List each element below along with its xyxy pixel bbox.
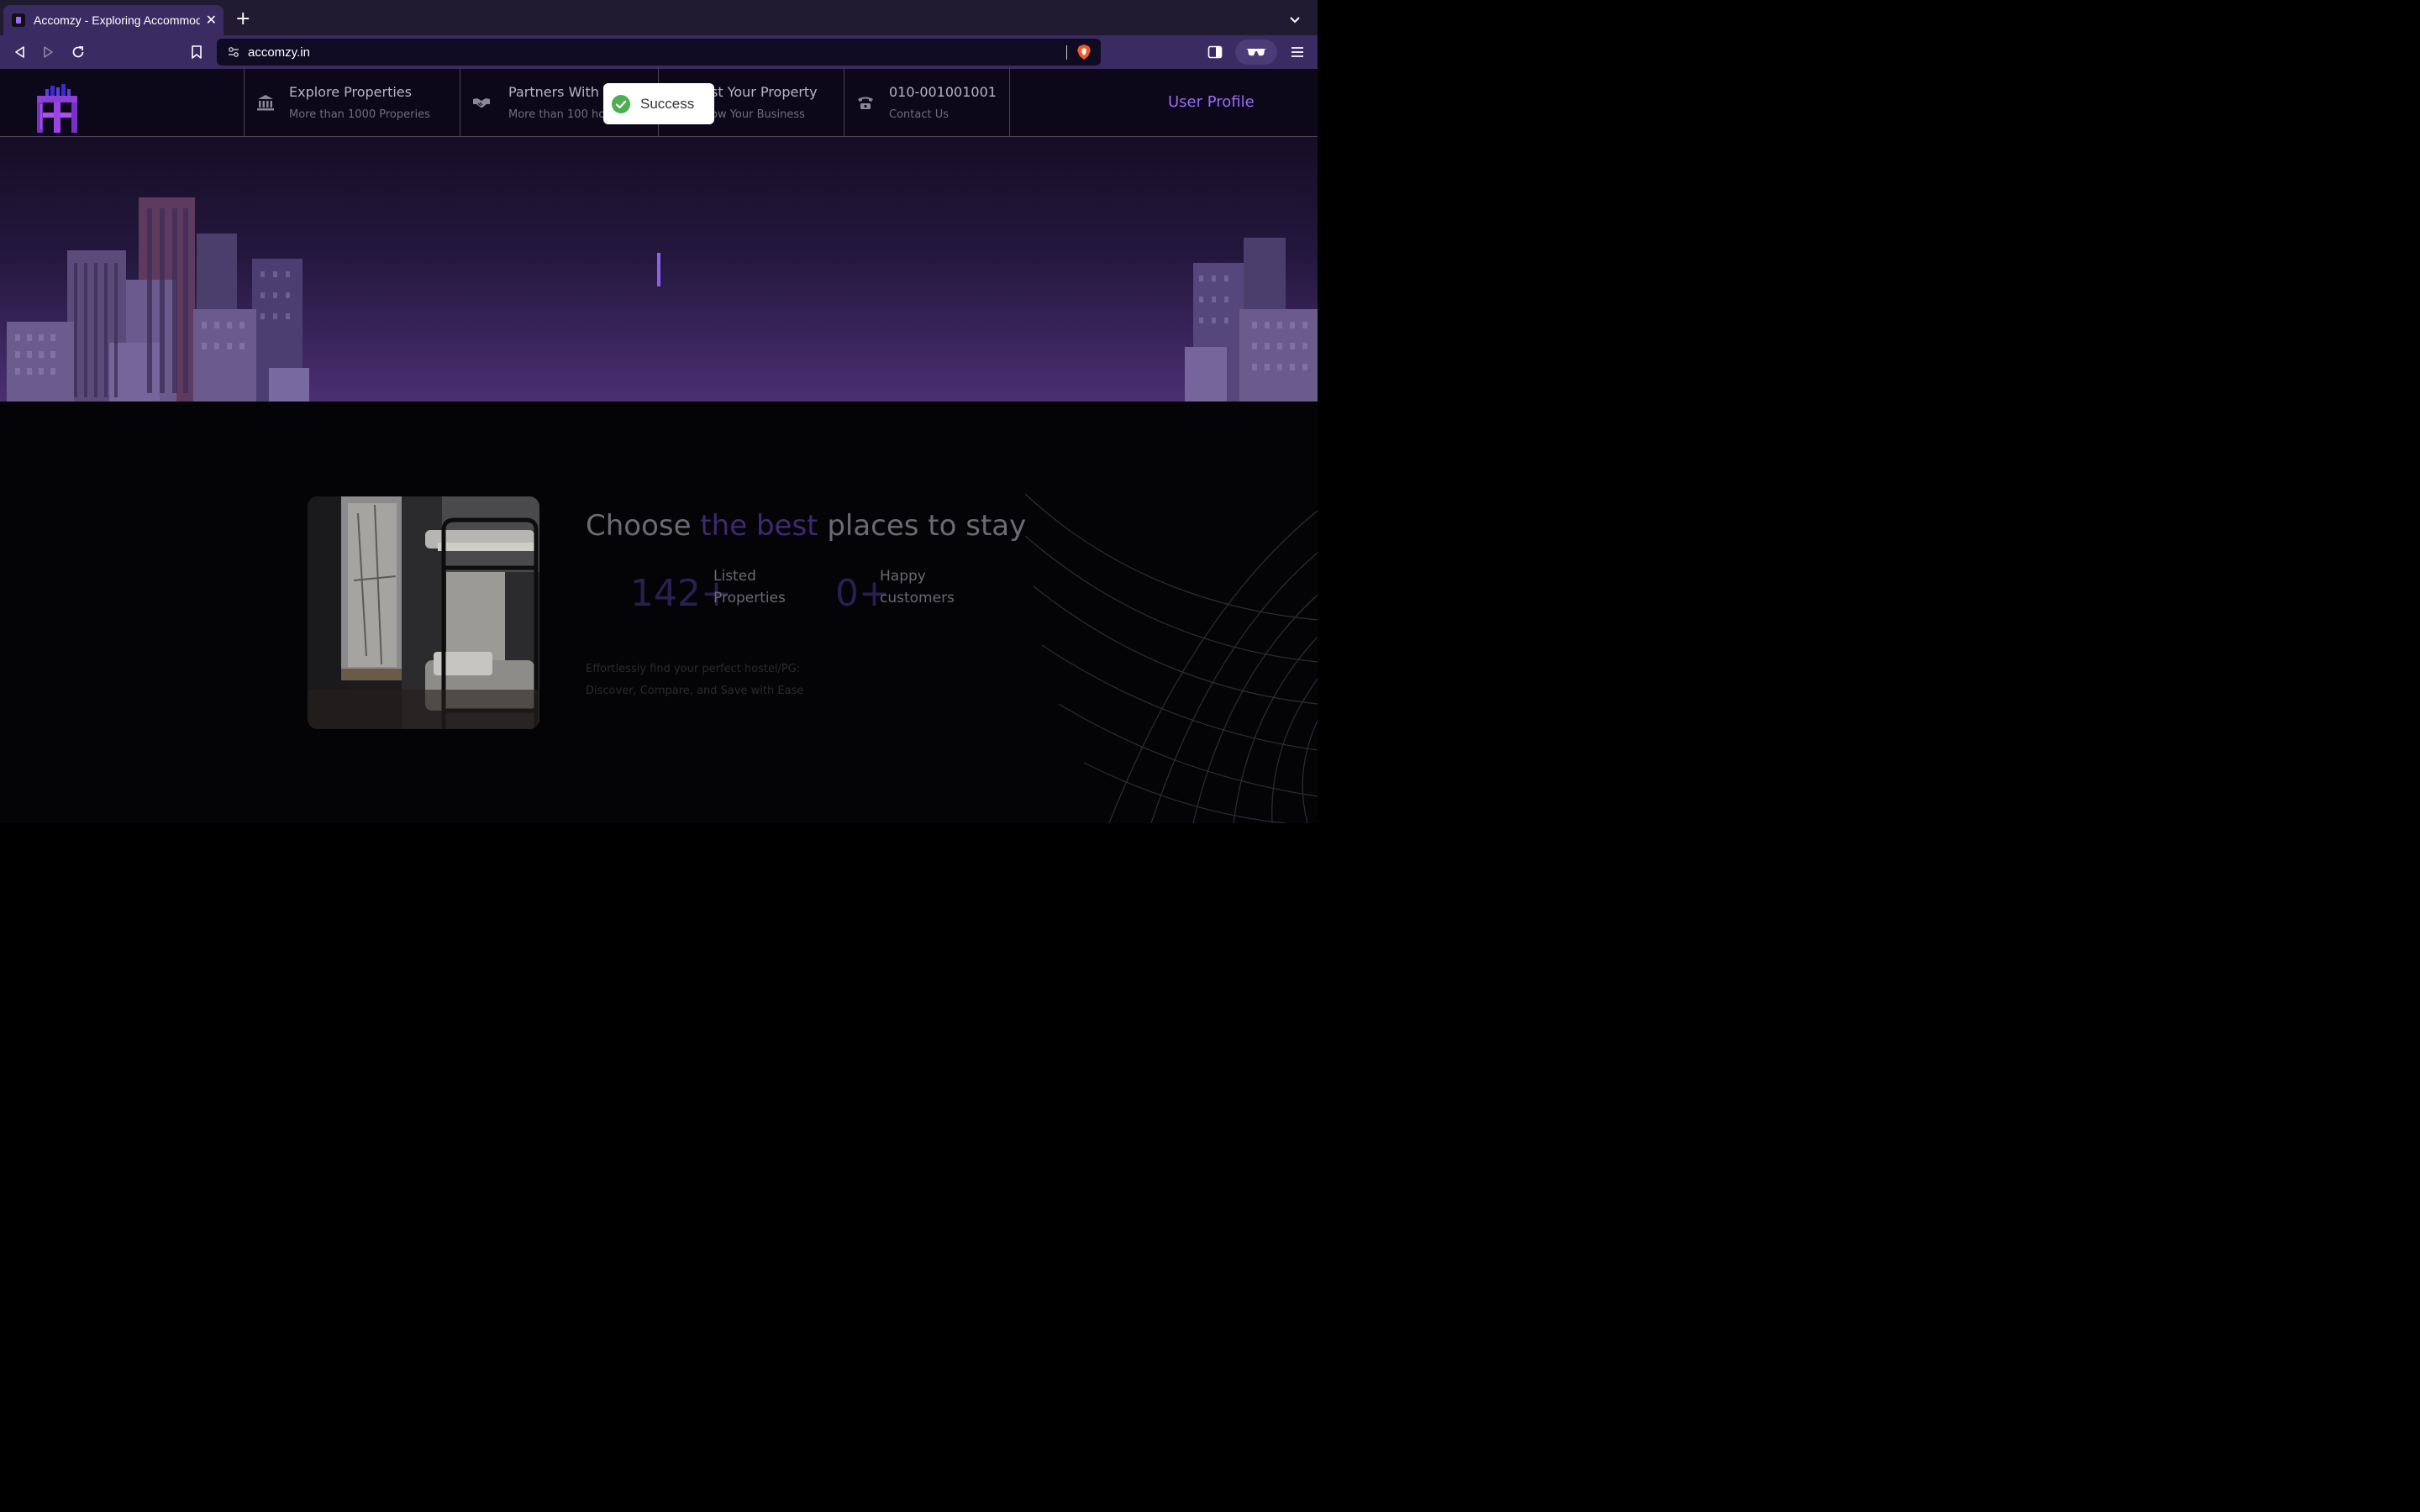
- site-favicon-icon: [12, 13, 25, 27]
- headline-start: Choose: [586, 509, 692, 543]
- tab-title: Accomzy - Exploring Accommodations: [34, 13, 200, 27]
- toast-message: Success: [640, 95, 695, 112]
- nav-subtitle: More than 100 ho: [508, 108, 606, 121]
- accomzy-logo[interactable]: [34, 84, 81, 134]
- headline: Choose the best places to stay: [586, 509, 1026, 543]
- nav-title: Partners With: [508, 84, 599, 100]
- nav-subtitle: More than 1000 Properies: [289, 108, 430, 121]
- url-divider: [1066, 45, 1067, 60]
- menu-icon[interactable]: [1289, 44, 1306, 60]
- site-settings-icon[interactable]: [227, 45, 240, 59]
- nav-title: 010-001001001: [889, 84, 997, 100]
- tagline: Effortlessly find your perfect hostel/PG…: [586, 663, 804, 697]
- handshake-icon: [473, 98, 490, 108]
- hero-banner: [0, 137, 1318, 402]
- success-toast: Success: [603, 83, 714, 124]
- new-tab-button[interactable]: +: [235, 8, 250, 29]
- nav-explore-properties[interactable]: Explore Properties More than 1000 Proper…: [244, 69, 460, 136]
- hostel-room-photo: [308, 496, 539, 729]
- browser-tab-bar: Accomzy - Exploring Accommodations ✕ +: [0, 0, 1318, 35]
- tab-list-chevron-icon[interactable]: [1289, 12, 1301, 28]
- nav-title: Explore Properties: [289, 84, 412, 100]
- city-skyline-left: [7, 197, 309, 402]
- sidebar-icon[interactable]: [1207, 44, 1223, 60]
- address-bar[interactable]: accomzy.in: [217, 39, 1101, 66]
- headline-end: places to stay: [827, 509, 1027, 543]
- reload-icon[interactable]: [70, 44, 87, 60]
- back-icon[interactable]: [11, 44, 28, 60]
- city-skyline-right: [1185, 238, 1318, 402]
- brave-shield-icon[interactable]: [1076, 44, 1092, 60]
- phone-icon: [858, 97, 873, 109]
- browser-toolbar: accomzy.in: [0, 35, 1318, 69]
- stat-listed-label-2: Properties: [713, 590, 786, 606]
- nav-subtitle: Contact Us: [889, 108, 949, 121]
- headline-highlight: the best: [700, 509, 818, 543]
- nav-contact[interactable]: 010-001001001 Contact Us: [844, 69, 1010, 136]
- stat-listed-label-1: Listed: [713, 568, 756, 585]
- decorative-grid-lines: [1024, 493, 1318, 823]
- user-profile-link[interactable]: User Profile: [1168, 93, 1255, 111]
- bookmark-icon[interactable]: [188, 44, 205, 60]
- close-tab-icon[interactable]: ✕: [206, 12, 217, 28]
- bank-icon: [257, 95, 274, 111]
- intro-section: Choose the best places to stay 142+ List…: [0, 402, 1318, 823]
- stat-customers-label-2: customers: [880, 590, 955, 606]
- typing-cursor: [657, 253, 660, 286]
- nav-subtitle: ow Your Business: [711, 108, 805, 121]
- forward-icon[interactable]: [40, 44, 57, 60]
- url-text[interactable]: accomzy.in: [248, 45, 310, 60]
- glasses-icon: [1246, 49, 1266, 56]
- browser-tab[interactable]: Accomzy - Exploring Accommodations ✕: [3, 5, 224, 35]
- reader-mode-button[interactable]: [1235, 39, 1277, 65]
- nav-title: st Your Property: [711, 84, 818, 100]
- check-circle-icon: [612, 94, 630, 113]
- stat-customers-label-1: Happy: [880, 568, 926, 585]
